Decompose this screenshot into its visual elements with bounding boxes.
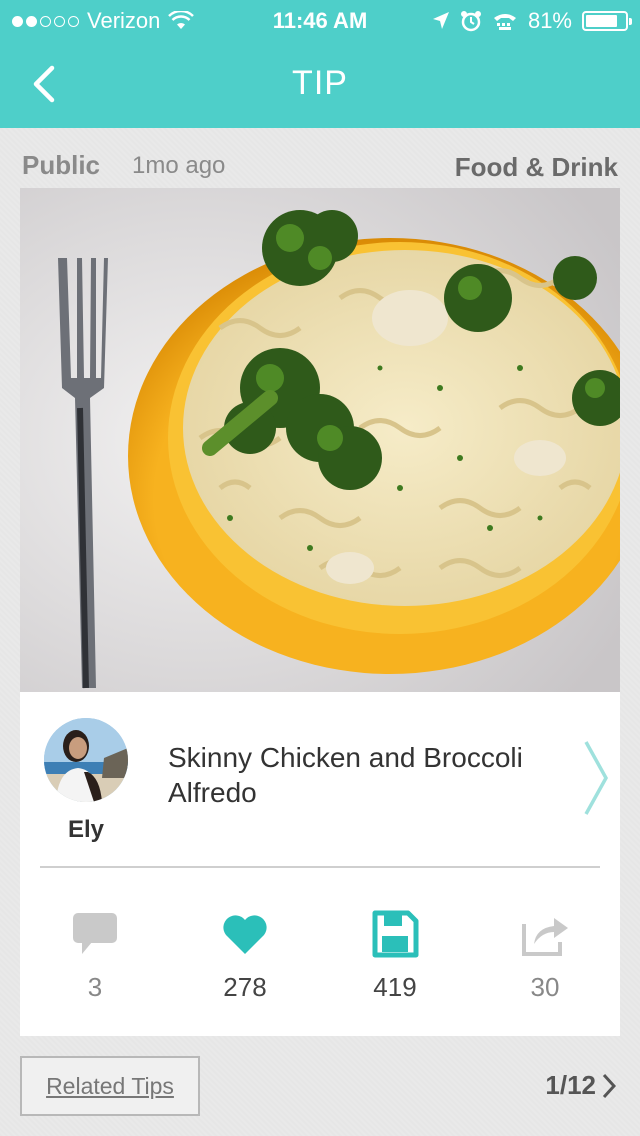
heart-icon	[223, 915, 267, 954]
top-bar: Verizon 11:46 AM 81% TIP	[0, 0, 640, 128]
pager[interactable]: 1/12	[545, 1070, 616, 1101]
tip-card: Ely Skinny Chicken and Broccoli Alfredo …	[20, 692, 620, 1036]
floppy-save-icon	[372, 910, 419, 958]
related-tips-button[interactable]: Related Tips	[20, 1056, 200, 1116]
avatar[interactable]	[44, 718, 128, 802]
category-label[interactable]: Food & Drink	[455, 152, 618, 183]
likes-count: 278	[223, 972, 267, 1002]
likes-stat[interactable]: 278	[170, 910, 320, 1003]
posted-time: 1mo ago	[132, 152, 226, 179]
tip-title[interactable]: Skinny Chicken and Broccoli Alfredo	[168, 740, 568, 810]
tip-meta: Public 1mo ago Food & Drink	[22, 146, 618, 186]
battery-icon	[582, 11, 632, 31]
pasta-bowl-image	[20, 188, 620, 692]
chevron-right-icon[interactable]	[582, 740, 610, 816]
battery-percent: 81%	[527, 8, 572, 33]
share-arrow-icon	[522, 918, 568, 956]
stats-bar: 3 278 419 30	[20, 910, 620, 1010]
comments-count: 3	[87, 972, 103, 1002]
author-photo	[44, 718, 128, 802]
tty-icon	[493, 14, 516, 30]
visibility-label: Public	[22, 150, 101, 180]
pager-label: 1/12	[545, 1070, 596, 1100]
shares-count: 30	[530, 972, 560, 1002]
status-bar: Verizon 11:46 AM 81%	[0, 0, 640, 40]
nav-bar: TIP	[0, 40, 640, 128]
alarm-clock-icon	[460, 11, 481, 32]
author-name[interactable]: Ely	[44, 816, 128, 844]
chevron-right-icon	[602, 1073, 616, 1098]
comments-stat[interactable]: 3	[20, 910, 170, 1003]
location-arrow-icon	[432, 12, 449, 29]
comment-bubble-icon	[73, 913, 117, 954]
saves-count: 419	[373, 972, 417, 1002]
status-right: 81%	[432, 8, 632, 34]
saves-stat[interactable]: 419	[320, 910, 470, 1003]
tip-photo[interactable]	[20, 188, 620, 692]
divider	[40, 866, 600, 868]
shares-stat[interactable]: 30	[470, 910, 620, 1003]
page-title: TIP	[292, 64, 348, 102]
